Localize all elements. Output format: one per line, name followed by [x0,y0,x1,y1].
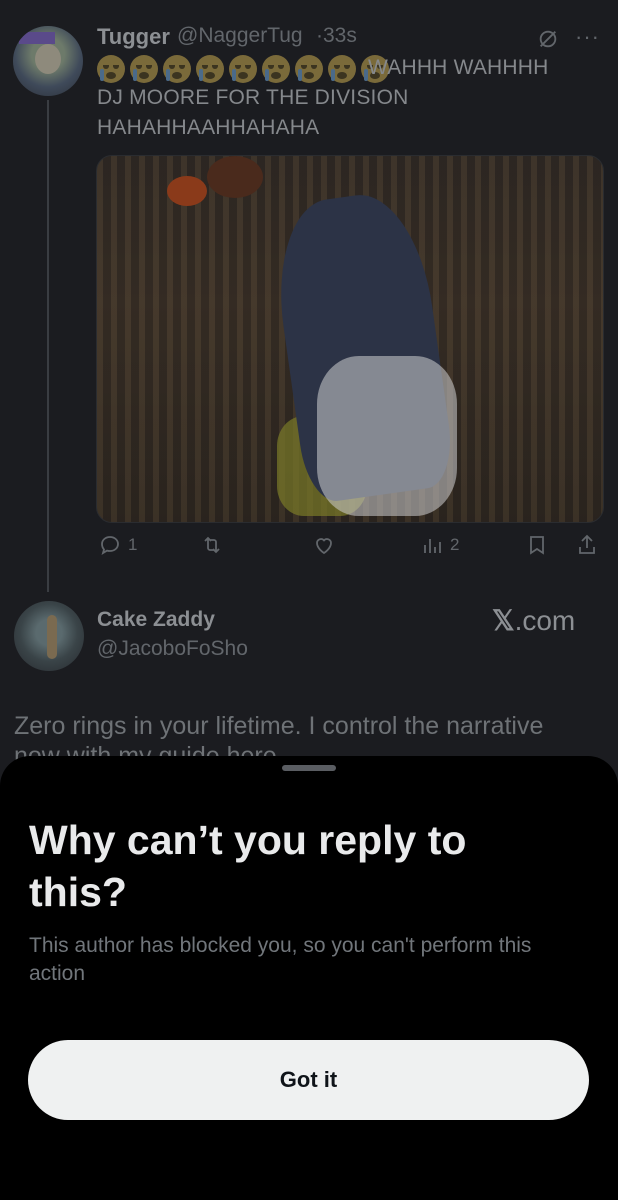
like-button[interactable] [312,533,336,557]
loudly-crying-face-icon [196,55,224,83]
tweet1-media-photo[interactable] [96,155,604,523]
reply-button[interactable]: 1 [98,533,137,557]
retweet-icon [204,536,220,554]
x-logo-icon: 𝕏 [492,605,515,636]
bookmark-button[interactable] [525,533,549,557]
sheet-grabber-handle[interactable] [282,765,336,771]
tweet1-timestamp[interactable]: ·33s [316,24,357,48]
tweet1-text-line1: WAHHH WAHHHH [368,56,549,79]
views-count: 2 [450,535,460,554]
thread-line [47,100,49,592]
share-icon [579,534,595,554]
loudly-crying-face-icon [229,55,257,83]
tweet1-text-line3: HAHAHHAAHHAHAHA [97,116,320,139]
x-com-watermark: 𝕏.com [492,604,575,637]
tweet2-avatar[interactable] [14,601,84,671]
crying-emoji-row [97,55,389,83]
share-button[interactable] [575,533,599,557]
loudly-crying-face-icon [262,55,290,83]
reply-count: 1 [128,535,138,554]
x-com-suffix: .com [514,605,576,636]
loudly-crying-face-icon [328,55,356,83]
retweet-button[interactable] [200,533,224,557]
tweet1-author-handle[interactable]: @NaggerTug [177,24,303,48]
tweet1-avatar[interactable] [13,26,83,96]
tweet2-author-name[interactable]: Cake Zaddy [97,608,215,632]
tweet1-text-line2: DJ MOORE FOR THE DIVISION [97,86,409,109]
loudly-crying-face-icon [163,55,191,83]
loudly-crying-face-icon [295,55,323,83]
blocked-bottom-sheet: Why can’t you reply to this? This author… [0,756,618,1200]
loudly-crying-face-icon [130,55,158,83]
reply-icon [101,536,119,555]
tweet2-text-line1: Zero rings in your lifetime. I control t… [14,712,544,740]
like-icon [316,538,332,555]
more-icon[interactable]: ··· [575,24,600,50]
views-icon [424,539,441,553]
sheet-body-text: This author has blocked you, so you can'… [29,934,532,985]
tweet1-author-name[interactable]: Tugger [97,24,170,50]
got-it-button[interactable]: Got it [28,1040,589,1120]
tweet2-author-handle[interactable]: @JacoboFoSho [97,637,248,661]
loudly-crying-face-icon [97,55,125,83]
photo-football [207,156,263,198]
avatar-banner [19,32,55,44]
photo-receiver-pants [317,356,457,516]
bookmark-icon [530,536,544,555]
views-button[interactable]: 2 [420,533,459,557]
avatar-figure [47,615,57,659]
grok-icon[interactable] [537,28,559,50]
photo-glove [167,176,207,206]
sheet-title: Why can’t you reply to this? [29,817,467,915]
avatar-face [35,44,61,74]
